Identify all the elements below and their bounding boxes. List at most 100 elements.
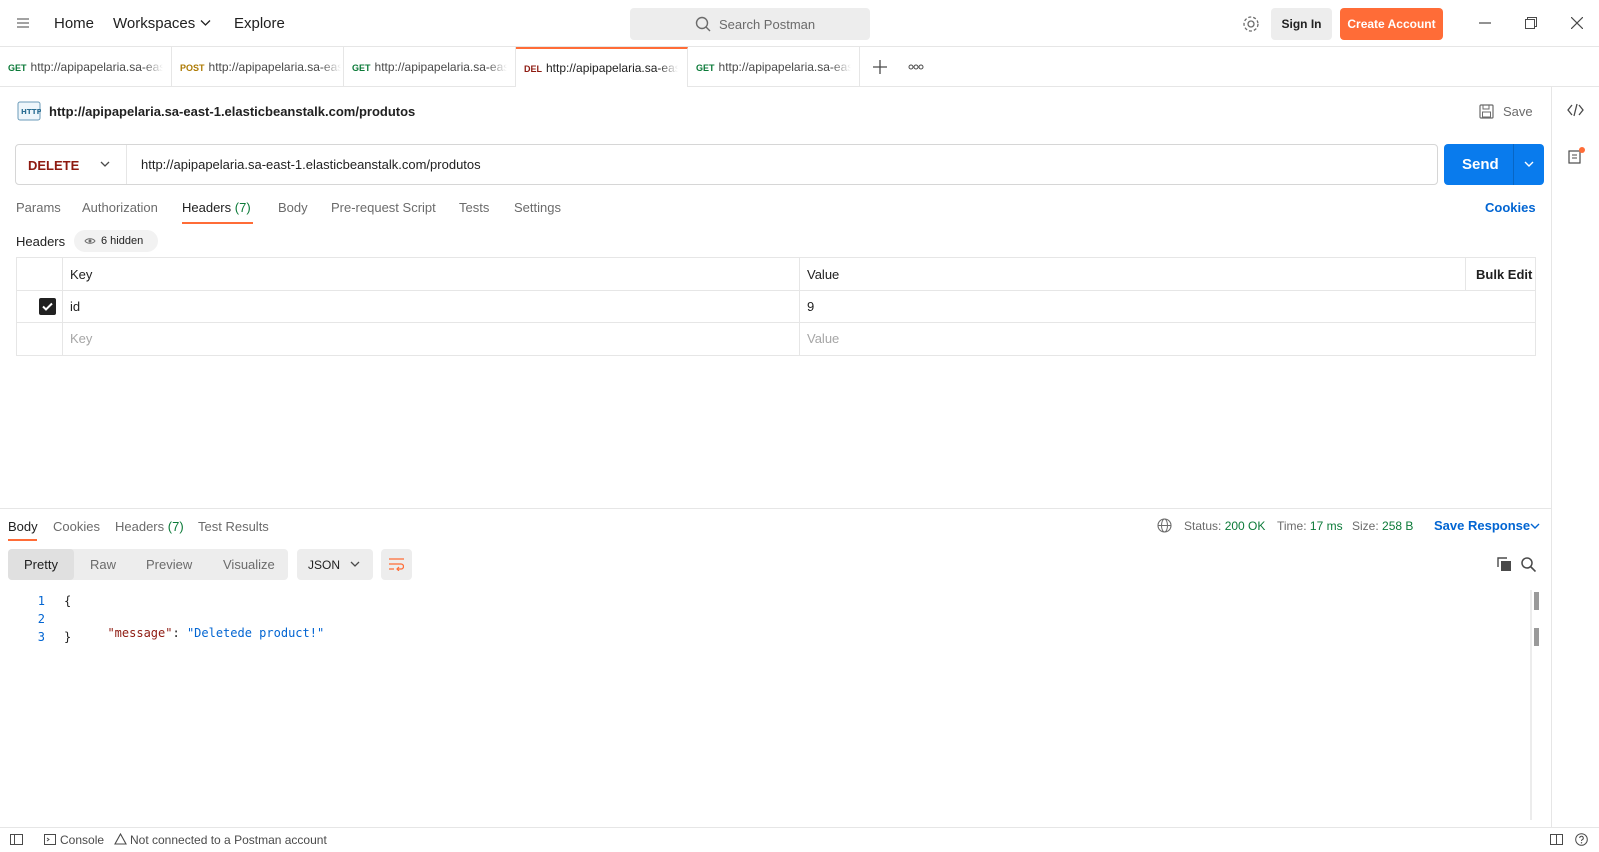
nav-explore[interactable]: Explore <box>234 15 285 32</box>
send-button[interactable]: Send <box>1444 144 1544 185</box>
search-bar[interactable]: Search Postman <box>630 8 870 40</box>
response-divider[interactable] <box>0 508 1551 509</box>
console-icon[interactable] <box>44 834 56 845</box>
format-select[interactable]: JSON <box>297 549 373 580</box>
headers-table: Key Value Bulk Edit id 9 Key Value <box>16 257 1536 356</box>
status-text[interactable]: Status: 200 OK <box>1184 519 1265 533</box>
status-footer: Console Not connected to a Postman accou… <box>0 827 1599 852</box>
response-headers-count: (7) <box>167 519 184 534</box>
scrollbar-thumb[interactable] <box>1534 592 1539 610</box>
new-tab-plus-icon[interactable] <box>873 60 887 74</box>
code-line-2[interactable]: "message": "Deletede product!" <box>93 612 324 640</box>
time-value: 17 ms <box>1309 519 1343 533</box>
size-value: 258 B <box>1382 519 1414 533</box>
url-bar: DELETE http://apipapelaria.sa-east-1.ela… <box>15 144 1438 185</box>
hidden-headers-toggle[interactable]: 6 hidden <box>74 230 158 252</box>
scrollbar-thumb[interactable] <box>1534 628 1539 646</box>
settings-gear-icon[interactable] <box>1242 15 1260 33</box>
minimize-window-icon[interactable] <box>1479 22 1491 24</box>
close-window-icon[interactable] <box>1571 17 1583 29</box>
restore-window-icon[interactable] <box>1525 17 1537 29</box>
save-disk-icon[interactable] <box>1479 104 1494 119</box>
header-key-cell[interactable]: id <box>70 299 80 314</box>
response-tab-test-results[interactable]: Test Results <box>198 519 269 534</box>
response-tab-body[interactable]: Body <box>8 519 38 534</box>
tab-authorization[interactable]: Authorization <box>82 200 158 215</box>
size-label: Size: <box>1352 519 1379 533</box>
response-tab-headers[interactable]: Headers (7) <box>115 519 184 534</box>
tab-method: GET <box>696 63 715 73</box>
header-enabled-checkbox[interactable] <box>39 298 56 315</box>
request-tab-active[interactable]: DEL http://apipapelaria.sa-east-1.elastic… <box>516 47 688 87</box>
cookies-link[interactable]: Cookies <box>1485 200 1536 215</box>
tab-url: http://apipapelaria.sa-east-1.elasticbea… <box>718 60 851 74</box>
table-divider <box>17 290 1535 291</box>
globe-icon[interactable] <box>1157 518 1172 533</box>
tab-params[interactable]: Params <box>16 200 61 215</box>
request-tab[interactable]: POSThttp://apipapelaria.sa-east-1.elasti… <box>172 47 344 87</box>
tab-url: http://apipapelaria.sa-east-1.elasticbea… <box>30 60 163 74</box>
request-title[interactable]: http://apipapelaria.sa-east-1.elasticbea… <box>49 104 415 119</box>
view-pretty[interactable]: Pretty <box>24 557 58 572</box>
console-button[interactable]: Console <box>60 833 104 847</box>
response-tab-cookies[interactable]: Cookies <box>53 519 100 534</box>
tab-tests[interactable]: Tests <box>459 200 489 215</box>
two-pane-icon[interactable] <box>1550 834 1563 845</box>
tab-pre-request-script[interactable]: Pre-request Script <box>331 200 436 215</box>
sign-in-button[interactable]: Sign In <box>1271 8 1332 40</box>
connection-status[interactable]: Not connected to a Postman account <box>130 833 327 847</box>
new-value-input[interactable]: Value <box>807 331 839 346</box>
table-divider <box>17 322 1535 323</box>
tab-method: GET <box>8 63 27 73</box>
nav-workspaces[interactable]: Workspaces <box>113 15 195 32</box>
help-icon[interactable] <box>1575 833 1588 846</box>
new-key-input[interactable]: Key <box>70 331 92 346</box>
view-raw[interactable]: Raw <box>90 557 116 572</box>
response-headers-label: Headers <box>115 519 165 534</box>
header-value-cell[interactable]: 9 <box>807 299 814 314</box>
code-close-brace[interactable]: } <box>64 630 71 644</box>
size-text[interactable]: Size: 258 B <box>1352 519 1413 533</box>
chevron-down-icon[interactable] <box>1524 161 1534 168</box>
tab-body[interactable]: Body <box>278 200 308 215</box>
tab-url: http://apipapelaria.sa-east-1.elasticbea… <box>546 61 678 75</box>
chevron-down-icon[interactable] <box>100 161 110 168</box>
request-tab[interactable]: GEThttp://apipapelaria.sa-east-1.elastic… <box>344 47 516 87</box>
method-select[interactable]: DELETE <box>28 158 79 173</box>
request-tab[interactable]: GEThttp://apipapelaria.sa-east-1.elastic… <box>0 47 172 87</box>
view-preview[interactable]: Preview <box>146 557 192 572</box>
code-snippet-icon[interactable] <box>1567 103 1584 117</box>
response-scrollbar[interactable] <box>1530 590 1532 820</box>
tab-headers[interactable]: Headers (7) <box>182 200 251 215</box>
search-icon[interactable] <box>1521 557 1536 572</box>
status-label: Status: <box>1184 519 1222 533</box>
tab-settings[interactable]: Settings <box>514 200 561 215</box>
send-label: Send <box>1462 156 1499 173</box>
create-account-button[interactable]: Create Account <box>1340 8 1443 40</box>
save-button[interactable]: Save <box>1503 104 1533 119</box>
view-mode-selector: Pretty Raw Preview Visualize <box>8 549 288 580</box>
chevron-down-icon[interactable] <box>1530 523 1540 530</box>
code-open-brace[interactable]: { <box>64 594 71 608</box>
right-sidebar <box>1551 87 1599 827</box>
request-tab[interactable]: GEThttp://apipapelaria.sa-east-1.elastic… <box>688 47 860 87</box>
nav-home[interactable]: Home <box>54 15 94 32</box>
tab-method: DEL <box>524 64 542 74</box>
line-number: 1 <box>37 594 45 608</box>
chevron-down-icon[interactable] <box>200 19 211 27</box>
documentation-icon[interactable] <box>1568 147 1586 165</box>
time-text[interactable]: Time: 17 ms <box>1277 519 1343 533</box>
url-input[interactable]: http://apipapelaria.sa-east-1.elasticbea… <box>141 157 481 172</box>
search-placeholder: Search Postman <box>719 17 816 32</box>
more-tabs-icon[interactable] <box>908 64 924 70</box>
bulk-edit-button[interactable]: Bulk Edit <box>1476 267 1532 282</box>
save-response-button[interactable]: Save Response <box>1434 518 1530 533</box>
sidebar-toggle-icon[interactable] <box>10 834 23 845</box>
url-divider <box>126 145 127 184</box>
wrap-lines-button[interactable] <box>381 549 412 580</box>
json-colon: : <box>172 626 187 640</box>
hamburger-menu-icon[interactable] <box>16 16 30 30</box>
copy-icon[interactable] <box>1497 557 1512 572</box>
chevron-down-icon <box>350 561 360 568</box>
view-visualize[interactable]: Visualize <box>223 557 275 572</box>
